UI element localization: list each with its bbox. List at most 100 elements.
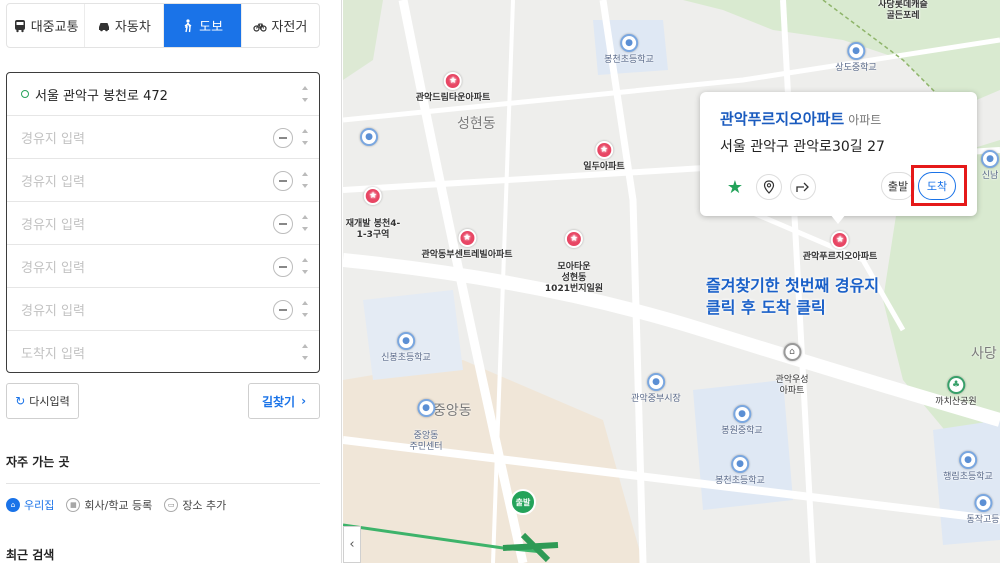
tab-transit[interactable]: 대중교통 [7, 4, 86, 47]
home-icon: ⌂ [6, 498, 20, 512]
add-place-icon: ▭ [164, 498, 179, 512]
share-icon[interactable] [790, 174, 816, 200]
map-canvas[interactable]: 성현동 중앙동 사당 사당롯데캐슬 골든포레 ● 봉천초등학교 ● 상도중학교 … [343, 0, 1000, 563]
poi-label: 관악드림타운아파트 [415, 93, 491, 103]
building-icon: ▦ [66, 498, 81, 512]
reset-button[interactable]: ↻ 다시입력 [6, 383, 79, 419]
poi-bongcheon-elem-2[interactable]: ● 봉천초등학교 [715, 455, 765, 487]
transport-mode-tabs: 대중교통 자동차 도보 자전거 [6, 3, 320, 48]
poi-label: 모아타운 성현동 1021번지일원 [544, 262, 604, 294]
tab-walk-label: 도보 [199, 20, 224, 35]
poi-label: 까치산공원 [935, 397, 977, 407]
poi-label: 관악우성 아파트 [775, 375, 809, 396]
poi-dongjak-high[interactable]: ● 동작고등 [966, 494, 1000, 526]
instruction-annotation: 즐겨찾기한 첫번째 경유지 클릭 후 도착 클릭 [706, 276, 880, 317]
place-work[interactable]: ▦ 회사/학교 등록 [66, 497, 152, 513]
poi-seonghyeon-center[interactable]: ● [360, 117, 378, 171]
poi-bongcheon-elem[interactable]: ● 봉천초등학교 [604, 34, 654, 66]
poi-haengrim-elem[interactable]: ● 행림초등학교 [943, 451, 993, 483]
start-pin[interactable]: 출발 [510, 489, 536, 519]
remove-waypoint-icon[interactable] [273, 300, 293, 320]
poi-gwanak-market[interactable]: ● 관악중부시장 [631, 373, 681, 405]
remove-waypoint-icon[interactable] [273, 214, 293, 234]
sort-handle-icon[interactable] [301, 129, 309, 145]
frequent-places-title: 자주 가는 곳 [6, 455, 70, 469]
poi-gwanak-woosung[interactable]: ⌂ 관악우성 아파트 [775, 332, 809, 397]
highlight-box [911, 165, 967, 206]
bus-icon [14, 19, 25, 32]
origin-field[interactable]: 서울 관악구 봉천로 472 [7, 73, 319, 116]
origin-dot-icon [21, 90, 29, 98]
park-marker-icon: ♣ [947, 376, 965, 394]
place-address: 서울 관악구 관악로30길 27 [720, 139, 885, 155]
poi-ildu[interactable]: ★ 일두아파트 [583, 141, 625, 173]
sort-handle-icon[interactable] [301, 172, 309, 188]
destination-placeholder: 도착지 입력 [21, 347, 85, 362]
poi-sangdo-mid[interactable]: ● 상도중학교 [835, 42, 877, 74]
place-title[interactable]: 관악푸르지오아파트 아파트 [720, 108, 881, 129]
poi-gwanak-prugio[interactable]: ★ 관악푸르지오아파트 [803, 231, 877, 263]
poi-moa-town[interactable]: ★ 모아타운 성현동 1021번지일원 [545, 219, 603, 295]
poi-label: 동작고등 [966, 515, 1000, 525]
walk-icon [184, 18, 192, 32]
school-marker-icon: ● [981, 150, 999, 168]
waypoint-field-2[interactable]: 경유지 입력 [7, 159, 319, 202]
school-marker-icon: ● [959, 451, 977, 469]
star-icon[interactable]: ★ [722, 174, 748, 200]
poi-sadang-lotte[interactable]: 사당롯데캐슬 골든포레 [878, 0, 928, 22]
poi-redevelop[interactable]: ★ 재개발 봉천4- 1-3구역 [346, 176, 400, 241]
remove-waypoint-icon[interactable] [273, 128, 293, 148]
tab-car-label: 자동차 [114, 20, 151, 35]
poi-label: 봉천초등학교 [604, 55, 654, 65]
route-input-box: 서울 관악구 봉천로 472 경유지 입력 경유지 입력 경유지 입력 경유지 … [6, 72, 320, 373]
poi-label: 신봉초등학교 [381, 353, 431, 363]
sort-handle-icon[interactable] [301, 258, 309, 274]
waypoint-placeholder: 경유지 입력 [21, 303, 85, 319]
waypoint-placeholder: 경유지 입력 [21, 217, 85, 233]
area-label-sadang: 사당 [971, 346, 997, 362]
poi-bongwon-mid[interactable]: ● 봉원중학교 [721, 405, 763, 437]
poi-kkachi-park[interactable]: ♣ 까치산공원 [935, 376, 977, 408]
poi-joongang-center[interactable]: ● 중앙동 주민센터 [409, 388, 443, 453]
poi-gwanak-dongbu[interactable]: ★ 관악동부센트레빌아파트 [421, 229, 513, 261]
remove-waypoint-icon[interactable] [273, 257, 293, 277]
destination-field[interactable]: 도착지 입력 [7, 331, 319, 374]
poi-sinsang[interactable]: ● 신남 [981, 150, 999, 182]
waypoint-field-4[interactable]: 경유지 입력 [7, 245, 319, 288]
waypoint-field-1[interactable]: 경유지 입력 [7, 116, 319, 159]
tab-bike[interactable]: 자전거 [242, 4, 319, 47]
place-home[interactable]: ⌂ 우리집 [6, 497, 54, 513]
favorite-marker-icon: ★ [564, 230, 583, 248]
poi-label: 신남 [981, 171, 999, 181]
waypoint-field-3[interactable]: 경유지 입력 [7, 202, 319, 245]
poi-sinbong-elem[interactable]: ● 신봉초등학교 [381, 332, 431, 364]
place-name: 관악푸르지오아파트 [720, 110, 845, 128]
bike-icon [253, 22, 268, 32]
remove-waypoint-icon[interactable] [273, 171, 293, 191]
school-marker-icon: ● [733, 405, 751, 423]
place-home-label: 우리집 [24, 499, 55, 512]
set-departure-button[interactable]: 출발 [881, 172, 915, 200]
start-pin-icon: 출발 [510, 489, 536, 515]
poi-label: 행림초등학교 [943, 472, 993, 482]
waypoint-placeholder: 경유지 입력 [21, 260, 85, 276]
sort-handle-icon[interactable] [301, 301, 309, 317]
favorite-marker-icon: ★ [831, 231, 849, 249]
reset-label: 다시입력 [29, 395, 70, 408]
office-marker-icon: ● [360, 128, 378, 146]
sort-handle-icon[interactable] [301, 86, 309, 102]
tab-car[interactable]: 자동차 [85, 4, 164, 47]
poi-label: 상도중학교 [835, 63, 877, 73]
waypoint-field-5[interactable]: 경유지 입력 [7, 288, 319, 331]
school-marker-icon: ● [847, 42, 865, 60]
poi-gwanak-dream[interactable]: ★ 관악드림타운아파트 [415, 72, 491, 104]
location-pin-icon[interactable] [756, 174, 782, 200]
place-work-label: 회사/학교 등록 [84, 499, 153, 512]
market-marker-icon: ● [647, 373, 665, 391]
sort-handle-icon[interactable] [301, 344, 309, 360]
tab-walk[interactable]: 도보 [163, 4, 242, 47]
place-add[interactable]: ▭ 장소 추가 [164, 497, 226, 513]
collapse-panel-button[interactable]: ‹ [343, 526, 361, 563]
sort-handle-icon[interactable] [301, 215, 309, 231]
find-route-button[interactable]: 길찾기 › [248, 383, 320, 419]
